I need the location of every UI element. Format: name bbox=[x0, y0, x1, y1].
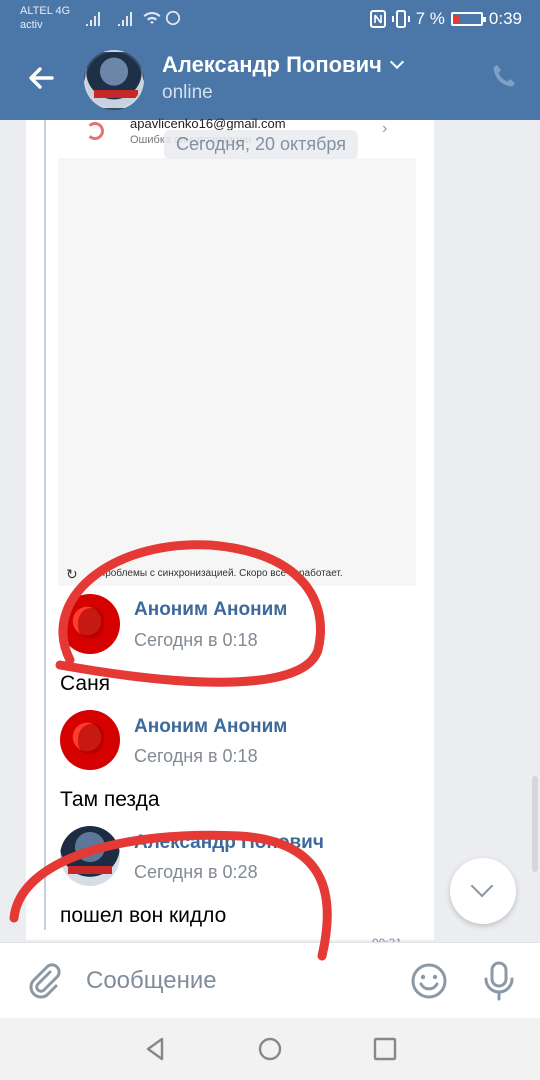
date-divider: Сегодня, 20 октября bbox=[164, 130, 358, 159]
message-time: Сегодня в 0:18 bbox=[134, 630, 258, 650]
nav-back-icon[interactable] bbox=[140, 1034, 170, 1064]
chevron-right-icon: › bbox=[382, 120, 388, 137]
top-bar: ALTEL 4G activ 7 % 0:39 Александр Попови… bbox=[0, 0, 540, 120]
battery-percent: 7 % bbox=[415, 9, 445, 28]
back-arrow-icon[interactable] bbox=[22, 58, 62, 98]
message-text: Саня bbox=[60, 672, 111, 695]
wifi-icon bbox=[143, 11, 161, 24]
refresh-icon: ↻ bbox=[66, 566, 78, 582]
scroll-down-button[interactable] bbox=[450, 858, 516, 924]
contact-name: Александр Попович bbox=[162, 52, 382, 77]
message-author[interactable]: Александр Попович bbox=[134, 832, 324, 854]
avatar[interactable] bbox=[60, 826, 120, 886]
phone-icon[interactable] bbox=[490, 62, 518, 90]
contact-title[interactable]: Александр Попович bbox=[162, 52, 404, 78]
screenshot-email: apavlicenko16@gmail.com bbox=[130, 116, 286, 131]
message-text: Там пезда bbox=[60, 788, 160, 811]
signal-icon bbox=[86, 12, 100, 26]
carrier-info: ALTEL 4G activ bbox=[20, 4, 70, 32]
avatar[interactable] bbox=[60, 594, 120, 654]
forward-quote-line bbox=[44, 120, 46, 930]
sync-icon bbox=[86, 122, 104, 140]
message-time: Сегодня в 0:18 bbox=[134, 746, 258, 766]
emoji-icon[interactable] bbox=[410, 962, 448, 1000]
chevron-down-icon bbox=[389, 54, 404, 70]
chevron-down-icon bbox=[470, 874, 494, 898]
status-right: 7 % 0:39 bbox=[369, 9, 522, 29]
signal-icon-2 bbox=[118, 12, 132, 26]
paperclip-icon[interactable] bbox=[24, 960, 64, 1000]
avatar[interactable] bbox=[60, 710, 120, 770]
message-author[interactable]: Аноним Аноним bbox=[134, 599, 287, 621]
nav-recents-icon[interactable] bbox=[370, 1034, 400, 1064]
nav-home-icon[interactable] bbox=[255, 1034, 285, 1064]
battery-icon bbox=[450, 12, 486, 26]
message-text: пошел вон кидло bbox=[60, 904, 227, 927]
carrier-sub: activ bbox=[20, 19, 43, 31]
carrier-name: ALTEL 4G bbox=[20, 5, 71, 17]
contact-avatar[interactable] bbox=[84, 50, 144, 110]
forwarded-screenshot[interactable] bbox=[58, 120, 416, 586]
message-author[interactable]: Аноним Аноним bbox=[134, 716, 287, 738]
screenshot-footer-text: Проблемы с синхронизацией. Скоро всё зар… bbox=[98, 568, 343, 579]
message-input[interactable] bbox=[86, 962, 386, 1000]
scrollbar[interactable] bbox=[532, 776, 538, 872]
presence-status: online bbox=[162, 82, 213, 103]
vibrate-icon bbox=[391, 10, 410, 28]
status-bar: ALTEL 4G activ 7 % 0:39 bbox=[0, 0, 540, 36]
message-time: Сегодня в 0:28 bbox=[134, 862, 258, 882]
whatsapp-icon bbox=[165, 10, 181, 26]
nfc-icon bbox=[369, 10, 386, 28]
microphone-icon[interactable] bbox=[480, 960, 518, 1002]
clock: 0:39 bbox=[488, 9, 522, 28]
